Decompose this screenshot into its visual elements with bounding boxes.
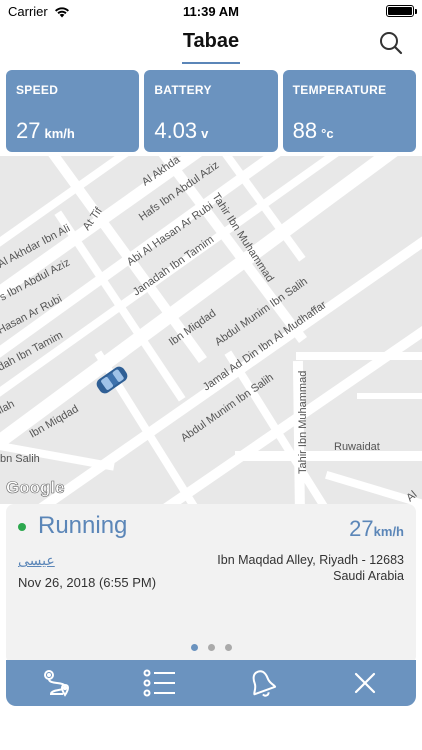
alerts-button[interactable] [239, 663, 285, 703]
current-speed: 27km/h [349, 516, 404, 542]
bell-icon [252, 670, 277, 697]
speed-card-value-row: 27 km/h [16, 118, 75, 144]
current-speed-unit: km/h [373, 524, 404, 539]
battery-icon [386, 5, 417, 17]
route-icon [44, 670, 70, 697]
battery-card: BATTERY 4.03 v [144, 70, 278, 152]
speed-card-value: 27 [16, 118, 41, 143]
vehicle-info-card[interactable]: Running 27km/h عيسى Nov 26, 2018 (6:55 P… [6, 504, 416, 664]
vehicle-status: Running [38, 512, 128, 539]
status-indicator-dot [18, 523, 26, 531]
page-title: Tabae [182, 30, 240, 52]
address-line: Ibn Maqdad Alley, Riyadh - 12683 [217, 553, 404, 567]
map-view[interactable]: Al Akhda Hafs Ibn Abdul Aziz At Tif Tahi… [0, 156, 422, 504]
street-label: Ruwaidat [334, 441, 380, 453]
search-button[interactable] [378, 30, 404, 56]
vehicle-address: Ibn Maqdad Alley, Riyadh - 12683 Saudi A… [164, 552, 404, 584]
status-time: 11:39 AM [183, 4, 239, 19]
search-icon [380, 32, 403, 55]
battery-card-value: 4.03 [154, 118, 198, 143]
temperature-card-unit: °c [321, 126, 334, 141]
route-button[interactable] [34, 663, 80, 703]
app-screen: Carrier 11:39 AM Tabae SPEED 27 km/h BATT… [0, 0, 422, 750]
list-icon [143, 669, 175, 697]
map-canvas: Al Akhda Hafs Ibn Abdul Aziz At Tif Tahi… [0, 156, 422, 504]
temperature-card: TEMPERATURE 88 °c [282, 70, 416, 152]
speed-card-label: SPEED [16, 83, 59, 97]
address-country: Saudi Arabia [333, 569, 404, 583]
google-logo: Google [6, 478, 65, 498]
page-dot[interactable] [207, 644, 215, 651]
bottom-toolbar [6, 660, 416, 706]
stat-cards: SPEED 27 km/h BATTERY 4.03 v TEMPERATURE 8… [6, 70, 416, 152]
street-label: bn Salih [0, 453, 40, 465]
page-dot[interactable] [224, 644, 232, 651]
battery-card-unit: v [201, 126, 209, 141]
driver-name: عيسى [18, 552, 55, 568]
street-label: Tahir Ibn Muhammad [297, 371, 309, 474]
close-icon [354, 672, 375, 694]
status-bar: Carrier 11:39 AM [0, 0, 422, 22]
list-button[interactable] [137, 663, 183, 703]
speed-card: SPEED 27 km/h [6, 70, 140, 152]
battery-card-label: BATTERY [154, 83, 212, 97]
page-indicator[interactable] [6, 644, 416, 651]
temperature-card-value-row: 88 °c [293, 118, 334, 144]
title-underline [182, 62, 240, 64]
last-update-time: Nov 26, 2018 (6:55 PM) [18, 575, 157, 590]
current-speed-value: 27 [349, 516, 374, 541]
temperature-card-label: TEMPERATURE [292, 83, 387, 97]
speed-card-unit: km/h [44, 126, 75, 141]
temperature-card-value: 88 [292, 118, 318, 143]
battery-card-value-row: 4.03 v [154, 118, 208, 144]
page-dot-active[interactable] [190, 644, 198, 651]
nav-bar: Tabae [0, 22, 422, 66]
close-button[interactable] [342, 663, 388, 703]
